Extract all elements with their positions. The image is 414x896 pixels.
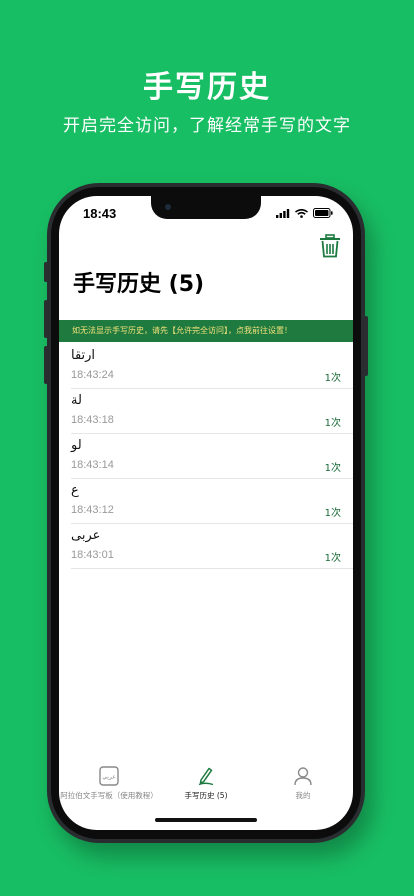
tab-label: 我的 <box>295 791 311 800</box>
history-time: 18:43:14 <box>71 459 114 471</box>
history-row[interactable]: ع 18:43:12 1次 <box>71 479 353 524</box>
history-row[interactable]: عربى 18:43:01 1次 <box>71 524 353 569</box>
battery-icon <box>313 208 333 218</box>
history-word: عربى <box>71 528 101 543</box>
phone-power-button <box>364 316 368 376</box>
history-time: 18:43:24 <box>71 369 114 381</box>
history-time: 18:43:12 <box>71 504 114 516</box>
history-list: ارتقا 18:43:24 1次 لة 18:43:18 1次 لو 18:4… <box>71 344 353 569</box>
history-count: 1次 <box>324 553 341 564</box>
phone-screen: 18:43 手写历史 (5) 如无法显示手写历史，请先【允许完全访问】，点我前往… <box>59 196 353 830</box>
history-count: 1次 <box>324 463 341 474</box>
tab-history[interactable]: 手写历史 (5) <box>176 766 236 801</box>
history-row[interactable]: لة 18:43:18 1次 <box>71 389 353 434</box>
keyboard-icon: عربي <box>99 766 119 786</box>
keyboard-icon-text: عربي <box>102 774 116 781</box>
history-word: لة <box>71 393 82 408</box>
camera-dot <box>165 204 171 210</box>
history-word: ع <box>71 483 79 498</box>
status-time: 18:43 <box>83 206 117 221</box>
history-word: ارتقا <box>71 348 96 363</box>
tab-label: 阿拉伯文手写板（使用教程） <box>60 791 158 800</box>
tab-profile[interactable]: 我的 <box>283 766 323 801</box>
person-icon <box>294 767 312 786</box>
full-access-banner[interactable]: 如无法显示手写历史，请先【允许完全访问】，点我前往设置！ <box>59 320 353 342</box>
trash-icon[interactable] <box>319 234 341 258</box>
history-count: 1次 <box>324 373 341 384</box>
history-row[interactable]: ارتقا 18:43:24 1次 <box>71 344 353 389</box>
history-time: 18:43:18 <box>71 414 114 426</box>
page-title: 手写历史 (5) <box>73 272 205 297</box>
pen-icon <box>198 767 214 786</box>
phone-mute-switch <box>44 262 48 282</box>
tab-bar: عربي 阿拉伯文手写板（使用教程） 手写历史 (5) 我的 <box>59 766 353 806</box>
wifi-icon <box>295 208 308 218</box>
history-count: 1次 <box>324 508 341 519</box>
phone-volume-down <box>44 346 48 384</box>
tab-label: 手写历史 (5) <box>184 791 228 800</box>
phone-volume-up <box>44 300 48 338</box>
promo-subtitle: 开启完全访问，了解经常手写的文字 <box>63 116 351 136</box>
promo-title: 手写历史 <box>143 70 271 105</box>
home-indicator[interactable] <box>155 818 257 822</box>
signal-icon <box>276 208 290 218</box>
history-word: لو <box>71 438 82 453</box>
tab-keyboard[interactable]: عربي 阿拉伯文手写板（使用教程） <box>59 766 159 801</box>
status-icons <box>276 208 333 218</box>
history-count: 1次 <box>324 418 341 429</box>
history-row[interactable]: لو 18:43:14 1次 <box>71 434 353 479</box>
history-time: 18:43:01 <box>71 549 114 561</box>
